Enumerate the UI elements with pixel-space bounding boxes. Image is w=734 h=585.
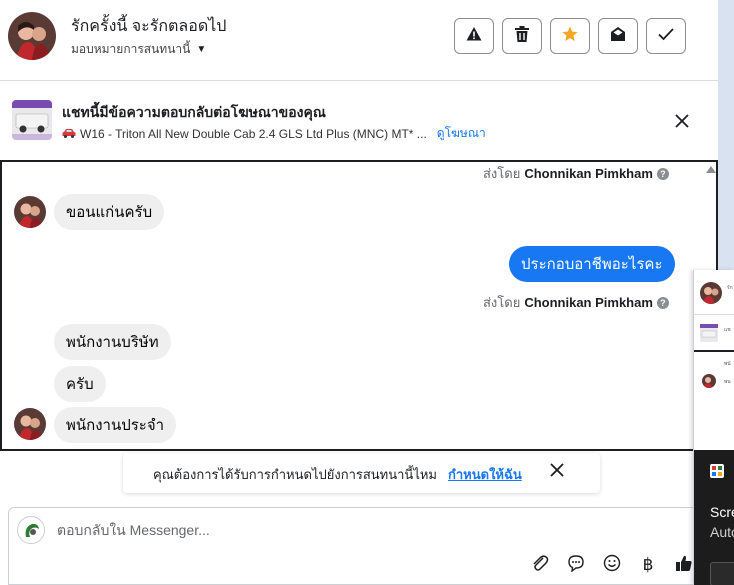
car-icon bbox=[62, 127, 76, 141]
emoji-button[interactable] bbox=[601, 554, 623, 576]
mark-done-button[interactable] bbox=[646, 18, 686, 54]
notification-line1: Scre bbox=[710, 504, 734, 520]
message-bubble-outgoing[interactable]: ประกอบอาชีพอะไรคะ bbox=[509, 246, 675, 282]
assign-label: มอบหมายการสนทนานี้ bbox=[71, 42, 191, 56]
reply-input[interactable] bbox=[57, 520, 657, 540]
star-button[interactable] bbox=[550, 18, 590, 54]
notification-line2: Auto bbox=[710, 524, 734, 540]
emoji-icon bbox=[603, 554, 621, 577]
baht-icon: ฿ bbox=[642, 555, 654, 574]
close-icon bbox=[675, 113, 689, 133]
overlay-avatar bbox=[700, 282, 722, 304]
scroll-up-arrow[interactable] bbox=[706, 166, 716, 173]
close-prompt-button[interactable] bbox=[547, 461, 567, 483]
help-icon[interactable]: ? bbox=[656, 167, 669, 180]
ad-text: W16 - Triton All New Double Cab 2.4 GLS … bbox=[80, 126, 427, 141]
like-button[interactable] bbox=[673, 554, 695, 576]
contact-avatar-small[interactable] bbox=[14, 196, 46, 228]
view-ad-link[interactable]: ดูโฆษณา bbox=[437, 124, 486, 143]
contact-avatar-small[interactable] bbox=[14, 408, 46, 440]
thumbs-up-icon bbox=[675, 554, 693, 577]
envelope-open-icon bbox=[610, 26, 626, 47]
page-avatar bbox=[17, 516, 45, 544]
star-icon bbox=[562, 26, 578, 47]
ad-banner-title: แชทนี้มีข้อความตอบกลับต่อโฆษณาของคุณ bbox=[62, 104, 326, 120]
paperclip-icon bbox=[531, 554, 549, 577]
ad-subline: W16 - Triton All New Double Cab 2.4 GLS … bbox=[62, 124, 486, 143]
overlay-ad-thumb bbox=[700, 324, 718, 342]
conversation-header: รักครั้งนี้ จะรักตลอดไป มอบหมายการสนทนาน… bbox=[0, 0, 718, 81]
screenshot-notification[interactable]: Scre Auto bbox=[694, 450, 734, 585]
inbox-conversation-pane: รักครั้งนี้ จะรักตลอดไป มอบหมายการสนทนาน… bbox=[0, 0, 718, 585]
assign-dropdown[interactable]: มอบหมายการสนทนานี้ ▼ bbox=[71, 40, 206, 59]
overlay-msg: พนั bbox=[724, 361, 731, 367]
assign-prompt-text: คุณต้องการได้รับการกำหนดไปยังการสนทนานี้… bbox=[153, 467, 437, 482]
mark-unread-button[interactable] bbox=[598, 18, 638, 54]
trash-icon bbox=[515, 25, 529, 47]
payment-button[interactable]: ฿ bbox=[637, 554, 659, 576]
warning-icon bbox=[466, 26, 482, 47]
close-icon bbox=[550, 462, 564, 482]
message-bubble-incoming[interactable]: พนักงานบริษัท bbox=[54, 324, 171, 360]
ad-thumbnail[interactable] bbox=[12, 100, 52, 140]
ad-reply-banner: แชทนี้มีข้อความตอบกลับต่อโฆษณาของคุณ W16… bbox=[0, 81, 718, 160]
saved-reply-icon bbox=[567, 554, 585, 577]
overlay-ad-text: แช bbox=[724, 327, 731, 333]
notification-button[interactable] bbox=[710, 562, 734, 585]
checkmark-icon bbox=[658, 27, 674, 46]
overlay-divider bbox=[694, 314, 734, 315]
contact-avatar[interactable] bbox=[8, 12, 56, 60]
saved-reply-button[interactable] bbox=[565, 554, 587, 576]
attach-button[interactable] bbox=[529, 554, 551, 576]
delete-button[interactable] bbox=[502, 18, 542, 54]
message-thread[interactable]: ส่งโดย Chonnikan Pimkham ? ขอนแก่นครับ ป… bbox=[0, 160, 718, 451]
sent-by-label: ส่งโดย Chonnikan Pimkham ? bbox=[483, 163, 669, 184]
sender-name: Chonnikan Pimkham bbox=[524, 166, 653, 181]
conversation-title: รักครั้งนี้ จะรักตลอดไป bbox=[71, 18, 227, 35]
close-banner-button[interactable] bbox=[670, 111, 694, 135]
assign-prompt: คุณต้องการได้รับการกำหนดไปยังการสนทนานี้… bbox=[123, 453, 600, 493]
reply-composer: ฿ bbox=[8, 507, 718, 585]
overlay-small-avatar bbox=[702, 374, 716, 388]
floating-chat-panel[interactable]: รัก แช พนั พน Scre Auto bbox=[693, 270, 734, 585]
sent-by-prefix: ส่งโดย bbox=[483, 166, 521, 181]
report-spam-button[interactable] bbox=[454, 18, 494, 54]
message-bubble-incoming[interactable]: ขอนแก่นครับ bbox=[54, 194, 165, 230]
sent-by-label: ส่งโดย Chonnikan Pimkham ? bbox=[483, 292, 669, 313]
message-bubble-incoming[interactable]: ครับ bbox=[54, 366, 106, 402]
overlay-title: รัก bbox=[727, 285, 733, 291]
app-icon bbox=[710, 464, 724, 478]
help-icon[interactable]: ? bbox=[656, 296, 669, 309]
overlay-divider bbox=[694, 350, 734, 352]
overlay-msg: พน bbox=[724, 379, 731, 385]
sent-by-prefix: ส่งโดย bbox=[483, 295, 521, 310]
caret-down-icon: ▼ bbox=[196, 44, 207, 55]
sender-name: Chonnikan Pimkham bbox=[524, 295, 653, 310]
assign-to-me-link[interactable]: กำหนดให้ฉัน bbox=[448, 464, 522, 485]
message-bubble-incoming[interactable]: พนักงานประจำ bbox=[54, 407, 177, 443]
